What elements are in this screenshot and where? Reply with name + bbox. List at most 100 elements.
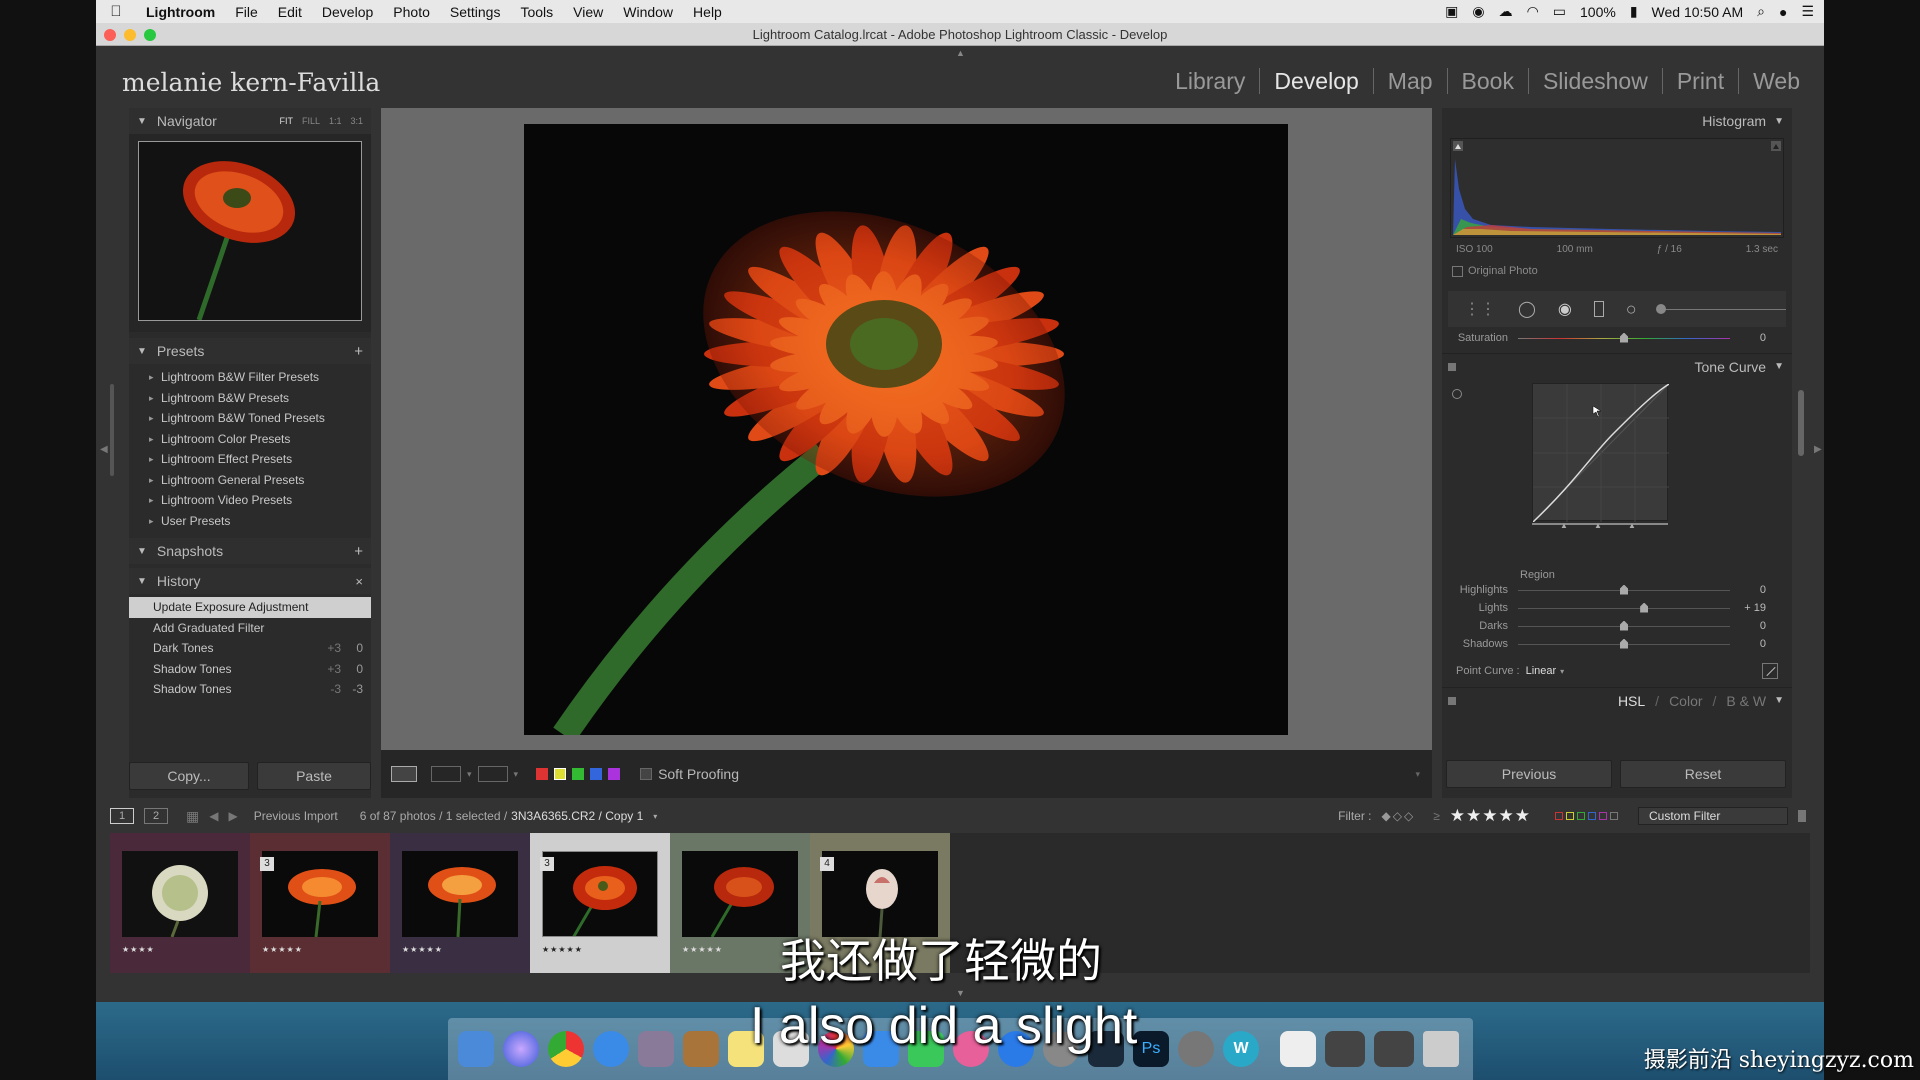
filmstrip-thumbnail[interactable]: 3 ★★★★★	[250, 833, 390, 973]
safari-icon[interactable]	[593, 1031, 629, 1067]
navigator-preview[interactable]	[138, 141, 362, 321]
module-print[interactable]: Print	[1661, 68, 1738, 94]
history-item[interactable]: Shadow Tones +3 0	[129, 659, 371, 680]
histogram-graph[interactable]	[1450, 138, 1784, 238]
stack-count-badge[interactable]: 3	[540, 857, 554, 871]
contacts-icon[interactable]	[683, 1031, 719, 1067]
right-scrollbar[interactable]	[1798, 390, 1804, 456]
edit-point-curve-icon[interactable]	[1762, 663, 1778, 679]
back-arrow-icon[interactable]: ◀	[209, 809, 218, 823]
graduated-filter-icon[interactable]	[1593, 301, 1604, 317]
split-point-shadows[interactable]: ▲	[1560, 521, 1568, 530]
previous-button[interactable]: Previous	[1446, 760, 1612, 788]
darks-knob[interactable]	[1620, 620, 1628, 631]
left-panel-toggle-icon[interactable]: ◀	[100, 444, 108, 455]
history-item[interactable]: Add Graduated Filter	[129, 618, 371, 639]
radial-filter-icon[interactable]: ○	[1626, 299, 1637, 320]
darks-slider[interactable]	[1518, 620, 1730, 631]
saturation-knob[interactable]	[1620, 332, 1628, 343]
chevron-down-icon[interactable]: ▾	[1560, 667, 1564, 676]
adjustment-brush-slider[interactable]	[1655, 303, 1786, 314]
trash-icon[interactable]	[1423, 1031, 1459, 1067]
preset-folder[interactable]: Lightroom B&W Filter Presets	[129, 367, 371, 388]
zoom-fill[interactable]: FILL	[302, 116, 320, 126]
highlights-value[interactable]: 0	[1730, 584, 1766, 596]
color-label-filter[interactable]	[1555, 812, 1618, 820]
module-map[interactable]: Map	[1372, 68, 1447, 94]
blue-label-icon[interactable]	[590, 768, 603, 780]
module-develop[interactable]: Develop	[1259, 68, 1372, 94]
add-preset-icon[interactable]: +	[354, 343, 363, 360]
filter-lock-icon[interactable]	[1798, 810, 1806, 822]
battery-icon[interactable]: ▮	[1630, 3, 1638, 20]
original-photo-checkbox[interactable]	[1452, 265, 1463, 277]
history-item[interactable]: Dark Tones +3 0	[129, 638, 371, 659]
battery-percent[interactable]: 100%	[1580, 4, 1616, 20]
split-point-midtones[interactable]: ▲	[1594, 521, 1602, 530]
targeted-adjustment-icon[interactable]	[1452, 389, 1462, 399]
history-item[interactable]: Update Exposure Adjustment	[129, 597, 371, 618]
shadows-slider[interactable]	[1518, 638, 1730, 649]
menu-file[interactable]: File	[225, 4, 268, 20]
filmstrip-source[interactable]: Previous Import	[254, 809, 338, 823]
tone-curve-header[interactable]: Tone Curve ▼	[1442, 353, 1792, 379]
custom-filter-select[interactable]: Custom Filter	[1638, 807, 1788, 825]
screenshot-folder-icon[interactable]	[1374, 1031, 1414, 1067]
rocket-icon[interactable]	[1178, 1031, 1214, 1067]
menu-edit[interactable]: Edit	[268, 4, 312, 20]
menu-photo[interactable]: Photo	[383, 4, 440, 20]
rating-filter[interactable]: ★★★★★	[1450, 806, 1531, 826]
flag-filter-icons[interactable]: ◆◇◇	[1382, 809, 1416, 823]
highlights-slider[interactable]	[1518, 584, 1730, 595]
apple-icon[interactable]: 	[96, 3, 136, 20]
chevron-down-icon[interactable]: ▾	[467, 769, 472, 780]
stack-count-badge[interactable]: 4	[820, 857, 834, 871]
darks-value[interactable]: 0	[1730, 620, 1766, 632]
tab-bw[interactable]: B & W	[1726, 693, 1766, 709]
w-app-icon[interactable]: W	[1223, 1031, 1259, 1067]
zoom-fit[interactable]: FIT	[279, 116, 293, 126]
loupe-view-icon[interactable]	[391, 766, 417, 782]
preset-folder[interactable]: Lightroom B&W Presets	[129, 388, 371, 409]
paste-settings-button[interactable]: Paste	[257, 762, 371, 790]
main-photo[interactable]	[524, 124, 1288, 735]
image-canvas[interactable]	[381, 108, 1432, 750]
preset-folder[interactable]: Lightroom Color Presets	[129, 429, 371, 450]
siri-icon[interactable]: ●	[1779, 4, 1787, 20]
creative-cloud-icon[interactable]: ☁	[1499, 3, 1513, 20]
tab-color[interactable]: Color	[1669, 693, 1702, 709]
screenshot-folder-icon[interactable]	[1325, 1031, 1365, 1067]
top-panel-toggle-icon[interactable]: ▲	[956, 48, 965, 58]
purple-label-icon[interactable]	[608, 768, 621, 780]
menu-view[interactable]: View	[563, 4, 613, 20]
preset-folder[interactable]: Lightroom B&W Toned Presets	[129, 408, 371, 429]
highlights-knob[interactable]	[1620, 584, 1628, 595]
preset-folder[interactable]: User Presets	[129, 511, 371, 532]
green-label-icon[interactable]	[572, 768, 585, 780]
zoom-window-button[interactable]	[144, 29, 156, 41]
document-icon[interactable]	[1280, 1031, 1316, 1067]
chrome-icon[interactable]	[548, 1031, 584, 1067]
spotlight-icon[interactable]: ⌕	[1757, 3, 1765, 20]
before-after-icon[interactable]	[431, 766, 461, 782]
menu-settings[interactable]: Settings	[440, 4, 511, 20]
presets-header[interactable]: ▼ Presets +	[129, 338, 371, 364]
lights-knob[interactable]	[1640, 602, 1649, 613]
minimize-window-button[interactable]	[124, 29, 136, 41]
clear-history-icon[interactable]: ×	[355, 574, 363, 589]
lights-value[interactable]: + 19	[1730, 602, 1766, 614]
snapshots-header[interactable]: ▼ Snapshots +	[129, 538, 371, 564]
lights-slider[interactable]	[1518, 602, 1730, 613]
red-eye-icon[interactable]: ◉	[1558, 299, 1572, 319]
module-book[interactable]: Book	[1446, 68, 1528, 94]
history-item[interactable]: Shadow Tones -3 -3	[129, 679, 371, 700]
preset-folder[interactable]: Lightroom Video Presets	[129, 490, 371, 511]
zoom-3-1[interactable]: 3:1	[350, 116, 363, 126]
yy-compare-icon[interactable]	[477, 766, 508, 782]
soft-proofing-checkbox[interactable]	[640, 768, 653, 780]
secondary-window-icon[interactable]: 2	[144, 808, 168, 824]
filmstrip-thumbnail-selected[interactable]: 3 ★★★★★	[530, 833, 670, 973]
wifi-icon[interactable]: ◠	[1527, 3, 1539, 20]
menu-app-name[interactable]: Lightroom	[136, 4, 225, 20]
wechat-icon[interactable]: ◉	[1472, 3, 1484, 20]
